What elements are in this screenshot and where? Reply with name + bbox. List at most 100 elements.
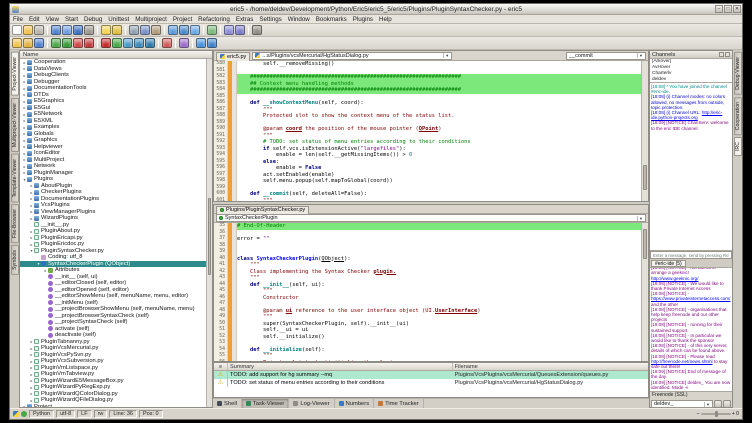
bottom-tab-shell[interactable]: Shell bbox=[213, 399, 242, 408]
paste-icon[interactable] bbox=[151, 25, 161, 35]
zoom-slider-handle[interactable] bbox=[715, 411, 718, 417]
sidebar-tab-file-browser[interactable]: File-Browser bbox=[11, 204, 19, 243]
bottom-tab-task-viewer[interactable]: Task-Viewer bbox=[242, 399, 289, 408]
editor-tab-syntaxchecker[interactable]: Plugins/PluginSyntaxChecker.py bbox=[216, 206, 309, 214]
print-icon[interactable] bbox=[84, 25, 94, 35]
irc-user-list[interactable]: [Arkover]AvHoverCharterlvdeldev bbox=[650, 59, 732, 83]
editor-bottom-scrollbar[interactable] bbox=[641, 223, 648, 361]
sidebar-tab-irc[interactable]: IRC bbox=[734, 137, 742, 156]
menu-multiproject[interactable]: Multiproject bbox=[132, 15, 170, 23]
save-project-icon[interactable] bbox=[34, 38, 44, 48]
menu-view[interactable]: View bbox=[43, 15, 62, 23]
maximize-button[interactable]: □ bbox=[724, 5, 732, 13]
irc-channel-tab[interactable]: #eric-ide (5) bbox=[651, 260, 686, 267]
irc-message-input[interactable] bbox=[650, 251, 732, 259]
sidebar-tab-symbols[interactable]: Symbols bbox=[11, 245, 19, 275]
step-over-icon[interactable] bbox=[134, 38, 144, 48]
irc-edit-network-button[interactable] bbox=[723, 400, 731, 408]
copy-icon[interactable] bbox=[140, 25, 150, 35]
debug-project-icon[interactable] bbox=[84, 38, 94, 48]
zoom-slider[interactable] bbox=[701, 413, 731, 415]
preferences-icon[interactable] bbox=[252, 25, 262, 35]
menu-plugins[interactable]: Plugins bbox=[350, 15, 376, 23]
whats-this-icon[interactable] bbox=[207, 38, 217, 48]
zoom-out-icon[interactable]: − bbox=[697, 411, 700, 417]
sidebar-tab-cooperation[interactable]: Cooperation bbox=[734, 97, 742, 135]
symbol-combo-bottom[interactable]: SyntaxCheckerPlugin ▼ bbox=[216, 214, 646, 222]
task-row[interactable]: ⚠TODO: set status of menu entries accord… bbox=[214, 379, 648, 387]
sidebar-tab-multiproject-viewer[interactable]: Multiproject-Viewer bbox=[11, 98, 19, 152]
cut-icon[interactable] bbox=[129, 25, 139, 35]
breakpoint-icon[interactable] bbox=[162, 38, 172, 48]
open-icon[interactable] bbox=[23, 25, 33, 35]
step-into-icon[interactable] bbox=[123, 38, 133, 48]
save-as-icon[interactable] bbox=[62, 25, 72, 35]
close-button[interactable]: ✕ bbox=[733, 5, 741, 13]
menu-file[interactable]: File bbox=[10, 15, 26, 23]
sidebar-tab-template-viewer[interactable]: Template-Viewer bbox=[11, 154, 19, 203]
menu-start[interactable]: Start bbox=[62, 15, 81, 23]
symbol-combo-top[interactable]: __commit ▼ bbox=[566, 52, 646, 60]
zoom-widget[interactable]: −+0 bbox=[697, 411, 740, 417]
close-file-icon[interactable] bbox=[34, 25, 44, 35]
run-script-icon[interactable] bbox=[51, 38, 61, 48]
menu-extras[interactable]: Extras bbox=[233, 15, 257, 23]
menu-project[interactable]: Project bbox=[170, 15, 195, 23]
titlebar[interactable]: eric5 - /home/deldev/Development/Python/… bbox=[10, 4, 742, 15]
tree-column-header[interactable]: Name bbox=[20, 51, 212, 59]
redo-icon[interactable] bbox=[112, 25, 122, 35]
task-summary-column[interactable]: Summary bbox=[228, 363, 453, 370]
menu-settings[interactable]: Settings bbox=[256, 15, 284, 23]
debug-script-icon[interactable] bbox=[73, 38, 83, 48]
task-priority-column[interactable]: ≡ bbox=[214, 363, 228, 370]
code-area[interactable]: self.__removeMissing() #################… bbox=[237, 61, 641, 201]
irc-dock-header[interactable]: Channels bbox=[650, 51, 732, 59]
open-project-icon[interactable] bbox=[23, 38, 33, 48]
irc-away-button[interactable] bbox=[714, 400, 722, 408]
undo-icon[interactable] bbox=[101, 25, 111, 35]
tree-scrollbar[interactable] bbox=[206, 59, 212, 407]
sidebar-tab-debug-viewer[interactable]: Debug-Viewer bbox=[734, 52, 742, 95]
zoom-out-icon[interactable] bbox=[235, 25, 245, 35]
menu-help[interactable]: Help bbox=[376, 15, 395, 23]
replace-icon[interactable] bbox=[190, 25, 200, 35]
task-filename-column[interactable]: Filename bbox=[453, 363, 648, 370]
run-project-icon[interactable] bbox=[62, 38, 72, 48]
menu-edit[interactable]: Edit bbox=[26, 15, 43, 23]
editor-tab-eric5[interactable]: eric5.py bbox=[216, 52, 250, 61]
help-icon[interactable] bbox=[196, 38, 206, 48]
dock-float-icon[interactable] bbox=[719, 52, 724, 57]
bottom-tab-numbers[interactable]: Numbers bbox=[335, 399, 375, 408]
zoom-in-icon[interactable] bbox=[224, 25, 234, 35]
code-area[interactable]: # End-Of-Headererror = ""class SyntaxChe… bbox=[237, 223, 641, 361]
goto-icon[interactable] bbox=[207, 25, 217, 35]
continue-icon[interactable] bbox=[112, 38, 122, 48]
menu-debug[interactable]: Debug bbox=[81, 15, 105, 23]
search-next-icon[interactable] bbox=[179, 25, 189, 35]
menu-bookmarks[interactable]: Bookmarks bbox=[313, 15, 350, 23]
task-row[interactable]: ⚠TODO: add support for hg summary --mqPl… bbox=[214, 371, 648, 379]
step-out-icon[interactable] bbox=[145, 38, 155, 48]
dock-close-icon[interactable] bbox=[725, 52, 730, 57]
save-all-icon[interactable] bbox=[73, 25, 83, 35]
search-icon[interactable] bbox=[168, 25, 178, 35]
sidebar-tab-project-viewer[interactable]: Project-Viewer bbox=[11, 52, 19, 96]
open-file-combo[interactable]: ...s/Plugins/vcsMercurial/HgStatusDialog… bbox=[252, 52, 452, 60]
bottom-tab-log-viewer[interactable]: Log-Viewer bbox=[289, 399, 334, 408]
irc-nick-combo[interactable]: deldev_ ▼ bbox=[651, 400, 713, 408]
irc-network-messages[interactable]: [18:08] [NOTICE] - together with like-mi… bbox=[650, 267, 732, 392]
zoom-in-icon[interactable]: + bbox=[732, 411, 735, 417]
minimize-button[interactable]: − bbox=[715, 5, 723, 13]
bottom-tab-time-tracker[interactable]: Time Tracker bbox=[374, 399, 424, 408]
menu-unittest[interactable]: Unittest bbox=[105, 15, 132, 23]
menu-window[interactable]: Window bbox=[285, 15, 313, 23]
new-icon[interactable] bbox=[12, 25, 22, 35]
unittest-icon[interactable] bbox=[179, 38, 189, 48]
new-project-icon[interactable] bbox=[12, 38, 22, 48]
stop-icon[interactable] bbox=[101, 38, 111, 48]
save-icon[interactable] bbox=[51, 25, 61, 35]
tree-row[interactable]: ▸Project bbox=[20, 404, 206, 408]
irc-channel-messages[interactable]: [18:08] * You have joined the channel #e… bbox=[650, 83, 732, 251]
editor-top-scrollbar[interactable] bbox=[641, 61, 648, 201]
menu-refactoring[interactable]: Refactoring bbox=[195, 15, 233, 23]
